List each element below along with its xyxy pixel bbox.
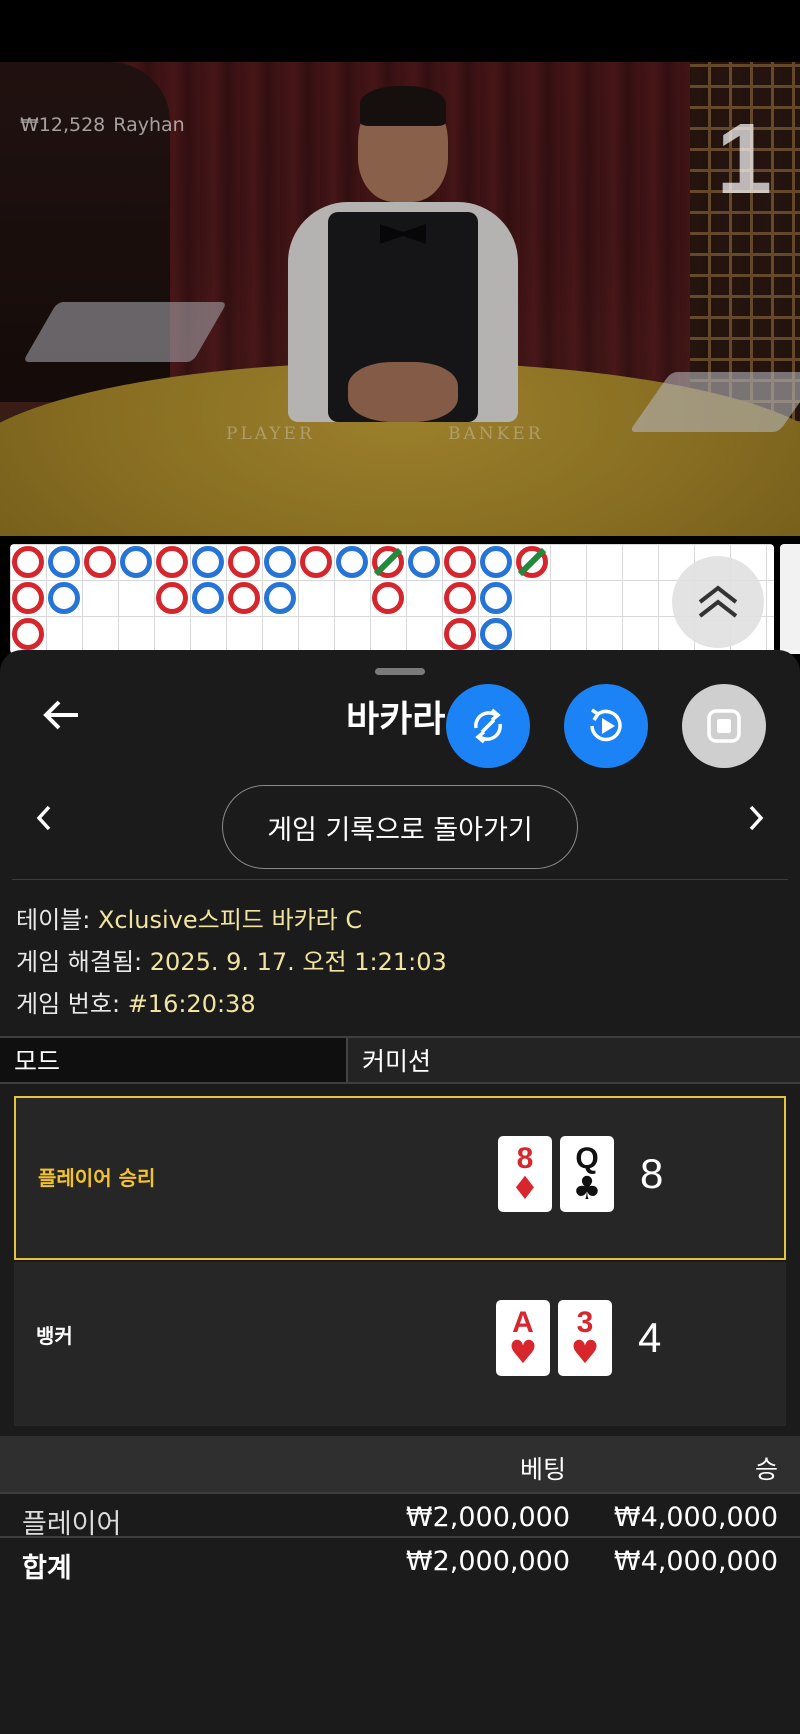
- banker-bead: [12, 618, 44, 650]
- status-bar: [0, 0, 800, 62]
- banker-bead: [300, 546, 332, 578]
- bet-amount: ₩2,000,000: [405, 1502, 570, 1533]
- banker-bead: [228, 546, 260, 578]
- bet-table-header: 베팅 승: [0, 1436, 800, 1492]
- player-bead: [480, 546, 512, 578]
- mode-value: 커미션: [362, 1047, 432, 1076]
- player-bead: [264, 582, 296, 614]
- player-card-2: Q ♣: [560, 1136, 614, 1212]
- banker-bead: [156, 582, 188, 614]
- player-score: 8: [640, 1150, 664, 1197]
- stop-button[interactable]: [682, 684, 766, 768]
- player-bead: [192, 546, 224, 578]
- banker-result: 뱅커 A ♥ 3 ♥ 4: [14, 1262, 786, 1426]
- stop-icon: [707, 709, 741, 743]
- bet-column-header: 베팅: [520, 1455, 567, 1484]
- player-bead: [336, 546, 368, 578]
- table-row: 플레이어 ₩2,000,000 ₩4,000,000: [0, 1492, 800, 1540]
- banker-card-2: 3 ♥: [558, 1300, 612, 1376]
- win-amount: ₩4,000,000: [613, 1502, 778, 1533]
- card-suit: ♥: [508, 1333, 538, 1371]
- sync-icon: [474, 708, 502, 744]
- mode-label: 모드: [0, 1038, 348, 1082]
- live-video: PLAYER BANKER ₩12,528 Rayhan 1: [0, 62, 800, 536]
- table-info: 테이블: Xclusive스피드 바카라 C: [16, 900, 362, 935]
- player-bead: [480, 618, 512, 650]
- double-chevron-up-icon: [698, 585, 738, 618]
- replay-button[interactable]: [564, 684, 648, 768]
- round-number: 1: [716, 103, 772, 215]
- bet-row-label: 플레이어: [22, 1509, 122, 1540]
- chevron-left-icon: [36, 805, 51, 831]
- banker-bead: [156, 546, 188, 578]
- resolved-label: 게임 해결됨:: [16, 948, 143, 976]
- back-to-history-button[interactable]: 게임 기록으로 돌아가기: [222, 785, 578, 869]
- resolved-value: 2025. 9. 17. 오전 1:21:03: [149, 948, 447, 976]
- player-bead: [480, 582, 512, 614]
- game-history-sheet: 바카라 게임 기록으로 돌아가기 테이블: Xclusive스피드 바카라 C …: [0, 650, 800, 1734]
- player-bead: [120, 546, 152, 578]
- player-result-label: 플레이어 승리: [38, 1166, 156, 1190]
- next-game-button[interactable]: [738, 800, 774, 836]
- expand-button[interactable]: [672, 556, 764, 648]
- back-button[interactable]: [36, 690, 86, 740]
- banker-bead: [228, 582, 260, 614]
- game-number-label: 게임 번호:: [16, 990, 121, 1018]
- table-row-total: 합계 ₩2,000,000 ₩4,000,000: [0, 1538, 800, 1584]
- banker-bead: [84, 546, 116, 578]
- player-bead: [192, 582, 224, 614]
- banker-bead: [12, 582, 44, 614]
- player-card-1: 8 ♦: [498, 1136, 552, 1212]
- total-win-amount: ₩4,000,000: [613, 1546, 778, 1577]
- sync-button[interactable]: [446, 684, 530, 768]
- arrow-left-icon: [43, 700, 78, 730]
- banker-result-label: 뱅커: [36, 1324, 73, 1348]
- table-label: 테이블:: [16, 906, 91, 934]
- banker-bead: [444, 582, 476, 614]
- banker-bead: [444, 618, 476, 650]
- player-bead: [408, 546, 440, 578]
- banker-card-1: A ♥: [496, 1300, 550, 1376]
- divider: [12, 879, 788, 880]
- balance-amount: ₩12,528: [20, 114, 106, 136]
- player-bead: [48, 582, 80, 614]
- mode-row: 모드 커미션: [0, 1036, 800, 1084]
- game-number-value: #16:20:38: [127, 990, 256, 1018]
- total-bet-amount: ₩2,000,000: [405, 1546, 570, 1577]
- card-suit: ♣: [572, 1169, 602, 1207]
- banker-bead: [372, 582, 404, 614]
- win-column-header: 승: [754, 1455, 778, 1484]
- table-value: Xclusive스피드 바카라 C: [97, 906, 363, 934]
- sheet-drag-handle[interactable]: [375, 668, 425, 675]
- total-row-label: 합계: [22, 1553, 72, 1584]
- game-number-info: 게임 번호: #16:20:38: [16, 984, 256, 1019]
- banker-score: 4: [638, 1314, 662, 1361]
- player-result: 플레이어 승리 8 ♦ Q ♣ 8: [14, 1096, 786, 1260]
- player-bead: [264, 546, 296, 578]
- replay-icon: [590, 708, 622, 742]
- card-suit: ♥: [570, 1333, 600, 1371]
- previous-game-button[interactable]: [26, 800, 62, 836]
- player-bead: [48, 546, 80, 578]
- sheet-title: 바카라: [346, 699, 446, 740]
- card-suit: ♦: [510, 1169, 540, 1207]
- chevron-right-icon: [749, 805, 764, 831]
- banker-bead: [444, 546, 476, 578]
- dealer-name: Rayhan: [113, 114, 185, 136]
- roadmap-secondary: [780, 544, 800, 654]
- banker-bead: [12, 546, 44, 578]
- balance-info: ₩12,528 Rayhan: [20, 114, 193, 136]
- bead-road[interactable]: [10, 544, 774, 654]
- resolved-info: 게임 해결됨: 2025. 9. 17. 오전 1:21:03: [16, 942, 447, 977]
